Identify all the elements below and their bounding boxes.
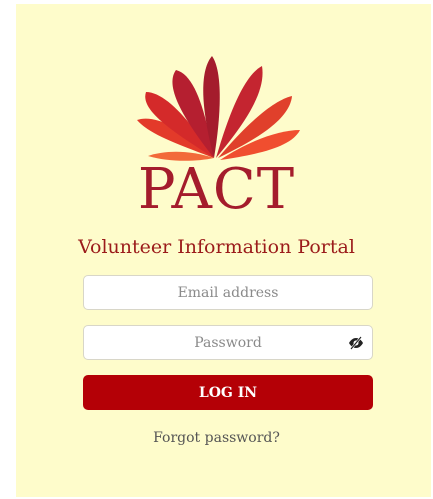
page-subtitle: Volunteer Information Portal bbox=[78, 236, 355, 258]
logo-wordmark: PACT bbox=[137, 157, 296, 222]
email-field[interactable] bbox=[84, 276, 372, 309]
email-field-wrapper bbox=[83, 275, 373, 310]
login-button[interactable]: LOG IN bbox=[83, 375, 373, 410]
password-field-wrapper bbox=[83, 325, 373, 360]
password-field[interactable] bbox=[84, 326, 372, 359]
pact-logo: PACT bbox=[0, 0, 433, 230]
eye-slash-icon[interactable] bbox=[348, 335, 364, 351]
forgot-password-link[interactable]: Forgot password? bbox=[0, 430, 433, 446]
